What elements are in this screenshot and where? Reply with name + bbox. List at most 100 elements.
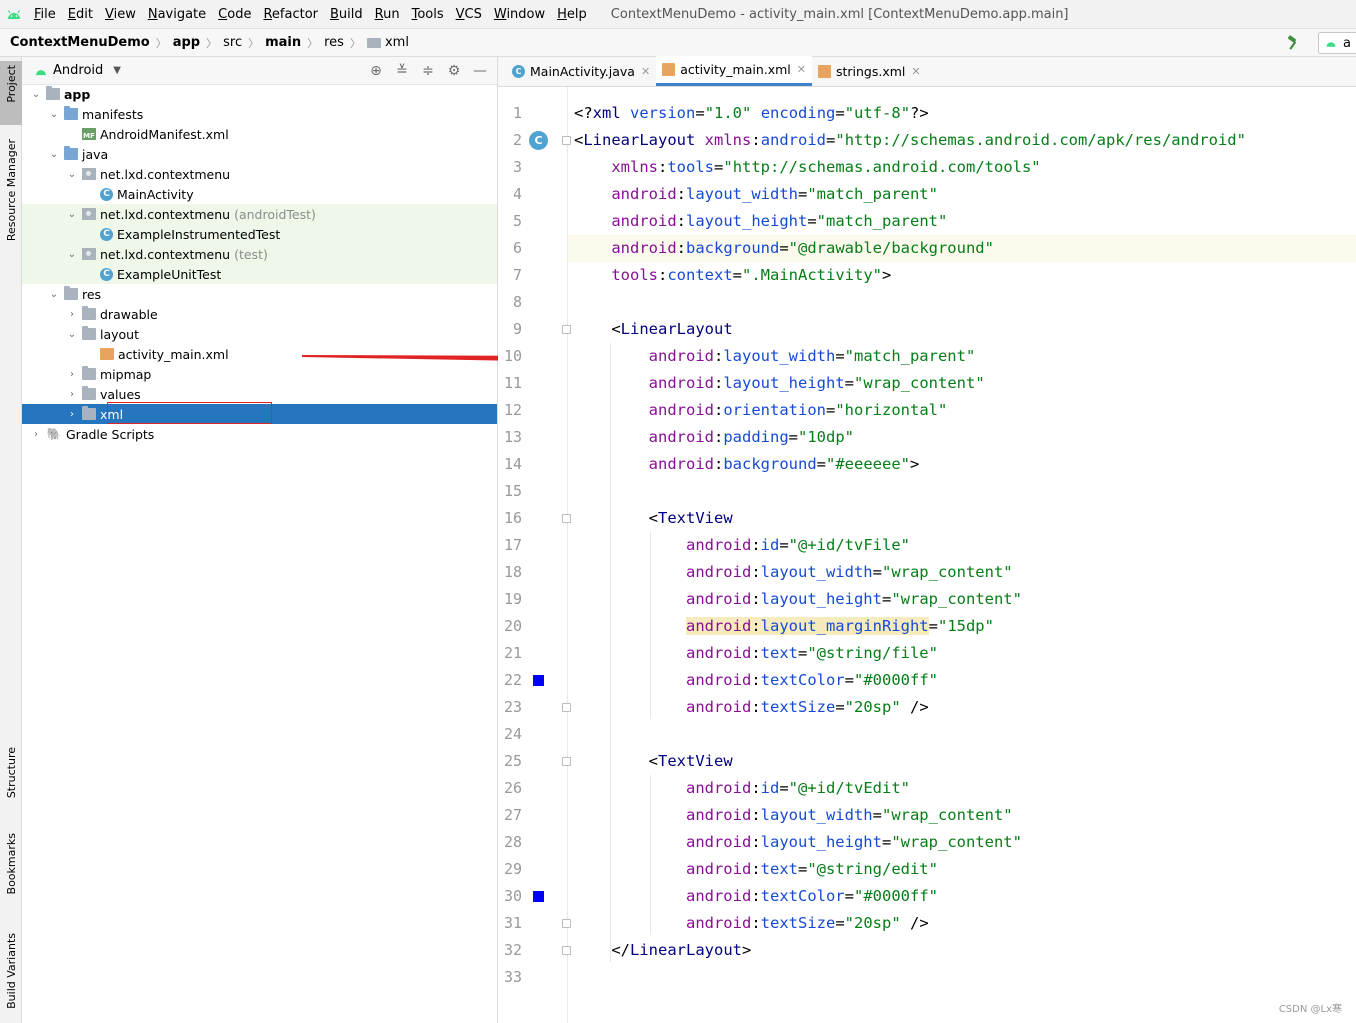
breadcrumb-project[interactable]: ContextMenuDemo — [10, 35, 150, 50]
minimize-icon[interactable]: — — [471, 62, 489, 80]
code-line[interactable]: <TextView — [568, 748, 1356, 775]
chevron-right-icon[interactable]: › — [30, 429, 42, 440]
tree-item[interactable]: ⌄ net.lxd.contextmenu (test) — [22, 244, 497, 264]
breadcrumb-src[interactable]: src — [223, 35, 242, 50]
code-line[interactable]: <LinearLayout — [568, 316, 1356, 343]
close-icon[interactable]: ✕ — [911, 65, 920, 78]
tree-item[interactable]: ⌄ net.lxd.contextmenu (androidTest) — [22, 204, 497, 224]
code-line[interactable]: <?xml version="1.0" encoding="utf-8"?> — [568, 100, 1356, 127]
code-line[interactable]: android:textSize="20sp" /> — [568, 694, 1356, 721]
code-line[interactable]: android:background="#eeeeee"> — [568, 451, 1356, 478]
tree-item[interactable]: C MainActivity — [22, 184, 497, 204]
code-area[interactable]: <?xml version="1.0" encoding="utf-8"?> <L… — [568, 87, 1356, 1023]
tab-strings-xml[interactable]: strings.xml ✕ — [812, 56, 927, 86]
menu-tools[interactable]: Tools — [406, 0, 450, 29]
code-line[interactable]: android:textColor="#0000ff" — [568, 883, 1356, 910]
chevron-down-icon[interactable]: ⌄ — [66, 249, 78, 260]
code-line[interactable]: android:id="@+id/tvFile" — [568, 532, 1356, 559]
code-line[interactable] — [568, 478, 1356, 505]
code-line[interactable]: android:orientation="horizontal" — [568, 397, 1356, 424]
expand-all-icon[interactable]: ≚ — [393, 62, 411, 80]
chevron-right-icon[interactable]: › — [66, 309, 78, 320]
menu-vcs[interactable]: VCS — [450, 0, 488, 29]
tree-item[interactable]: C ExampleInstrumentedTest — [22, 224, 497, 244]
code-line[interactable]: xmlns:tools="http://schemas.android.com/… — [568, 154, 1356, 181]
project-tool-tab[interactable]: Project — [0, 61, 22, 125]
menu-build[interactable]: Build — [324, 0, 369, 29]
chevron-right-icon[interactable]: › — [66, 389, 78, 400]
tree-item[interactable]: ⌄ java — [22, 144, 497, 164]
code-line[interactable] — [568, 721, 1356, 748]
tree-item[interactable]: ⌄ net.lxd.contextmenu — [22, 164, 497, 184]
run-configuration-selector[interactable]: a — [1318, 32, 1356, 54]
chevron-right-icon[interactable]: › — [66, 409, 78, 420]
build-variants-tool-tab[interactable]: Build Variants — [0, 933, 22, 1023]
code-line[interactable]: android:text="@string/edit" — [568, 856, 1356, 883]
menu-help[interactable]: Help — [551, 0, 593, 29]
code-line[interactable]: android:id="@+id/tvEdit" — [568, 775, 1356, 802]
code-line[interactable]: android:layout_height="wrap_content" — [568, 586, 1356, 613]
tree-item[interactable]: › values — [22, 384, 497, 404]
gear-icon[interactable]: ⚙ — [445, 62, 463, 80]
resource-manager-tool-tab[interactable]: Resource Manager — [0, 139, 22, 259]
menu-code[interactable]: Code — [212, 0, 257, 29]
build-hammer-icon[interactable] — [1282, 32, 1304, 54]
menu-edit[interactable]: Edit — [62, 0, 99, 29]
code-line[interactable]: android:layout_width="wrap_content" — [568, 802, 1356, 829]
tree-item[interactable]: ⌄ layout — [22, 324, 497, 344]
tree-item[interactable]: ⌄ app — [22, 84, 497, 104]
project-view-mode[interactable]: Android — [53, 63, 103, 78]
menu-file[interactable]: File — [28, 0, 62, 29]
chevron-down-icon[interactable]: ⌄ — [48, 109, 60, 120]
class-reference-icon[interactable]: C — [529, 131, 548, 150]
chevron-down-icon[interactable]: ⌄ — [30, 89, 42, 100]
chevron-right-icon[interactable]: › — [66, 369, 78, 380]
breadcrumb-res[interactable]: res — [324, 35, 344, 50]
code-line[interactable] — [568, 964, 1356, 991]
tree-item[interactable]: ⌄ res — [22, 284, 497, 304]
code-line[interactable]: android:text="@string/file" — [568, 640, 1356, 667]
tree-item[interactable]: › drawable — [22, 304, 497, 324]
code-line[interactable]: android:layout_width="wrap_content" — [568, 559, 1356, 586]
chevron-down-icon[interactable]: ⌄ — [48, 289, 60, 300]
code-line[interactable]: android:textSize="20sp" /> — [568, 910, 1356, 937]
chevron-down-icon[interactable]: ⌄ — [66, 209, 78, 220]
menu-window[interactable]: Window — [488, 0, 551, 29]
code-line[interactable]: <LinearLayout xmlns:android="http://sche… — [568, 127, 1356, 154]
code-line[interactable]: android:layout_height="match_parent" — [568, 208, 1356, 235]
code-line[interactable]: tools:context=".MainActivity"> — [568, 262, 1356, 289]
tab-activity-main-xml[interactable]: activity_main.xml ✕ — [656, 56, 812, 86]
chevron-down-icon[interactable]: ▼ — [113, 65, 121, 76]
bookmarks-tool-tab[interactable]: Bookmarks — [0, 833, 22, 911]
menu-navigate[interactable]: Navigate — [142, 0, 212, 29]
code-line[interactable] — [568, 289, 1356, 316]
code-line[interactable]: </LinearLayout> — [568, 937, 1356, 964]
structure-tool-tab[interactable]: Structure — [0, 747, 22, 817]
code-line[interactable]: android:layout_marginRight="15dp" — [568, 613, 1356, 640]
code-line[interactable]: <TextView — [568, 505, 1356, 532]
tree-item[interactable]: ⌄ manifests — [22, 104, 497, 124]
tree-item[interactable]: › 🐘 Gradle Scripts — [22, 424, 497, 444]
breadcrumb-module[interactable]: app — [173, 35, 200, 50]
menu-view[interactable]: View — [99, 0, 142, 29]
menu-refactor[interactable]: Refactor — [257, 0, 324, 29]
collapse-all-icon[interactable]: ≑ — [419, 62, 437, 80]
close-icon[interactable]: ✕ — [641, 65, 650, 78]
code-line[interactable]: android:background="@drawable/background… — [568, 235, 1356, 262]
code-line[interactable]: android:textColor="#0000ff" — [568, 667, 1356, 694]
breadcrumb-xml[interactable]: xml — [366, 35, 409, 50]
code-line[interactable]: android:padding="10dp" — [568, 424, 1356, 451]
code-line[interactable]: android:layout_height="wrap_content" — [568, 370, 1356, 397]
tab-mainactivity-java[interactable]: C MainActivity.java ✕ — [506, 56, 656, 86]
locate-file-icon[interactable]: ⊕ — [367, 62, 385, 80]
menu-run[interactable]: Run — [369, 0, 406, 29]
editor-gutter[interactable]: 1 2 3 4 5 6 7 8 9 10 11 12 13 14 15 16 17 18 19 20 21 22 23 24 2… — [498, 87, 571, 1023]
close-icon[interactable]: ✕ — [797, 63, 806, 76]
tree-item[interactable]: C ExampleUnitTest — [22, 264, 497, 284]
breadcrumb-main[interactable]: main — [265, 35, 301, 50]
color-swatch-icon[interactable] — [533, 891, 544, 902]
code-line[interactable]: android:layout_width="match_parent" — [568, 343, 1356, 370]
chevron-down-icon[interactable]: ⌄ — [48, 149, 60, 160]
color-swatch-icon[interactable] — [533, 675, 544, 686]
chevron-down-icon[interactable]: ⌄ — [66, 329, 78, 340]
